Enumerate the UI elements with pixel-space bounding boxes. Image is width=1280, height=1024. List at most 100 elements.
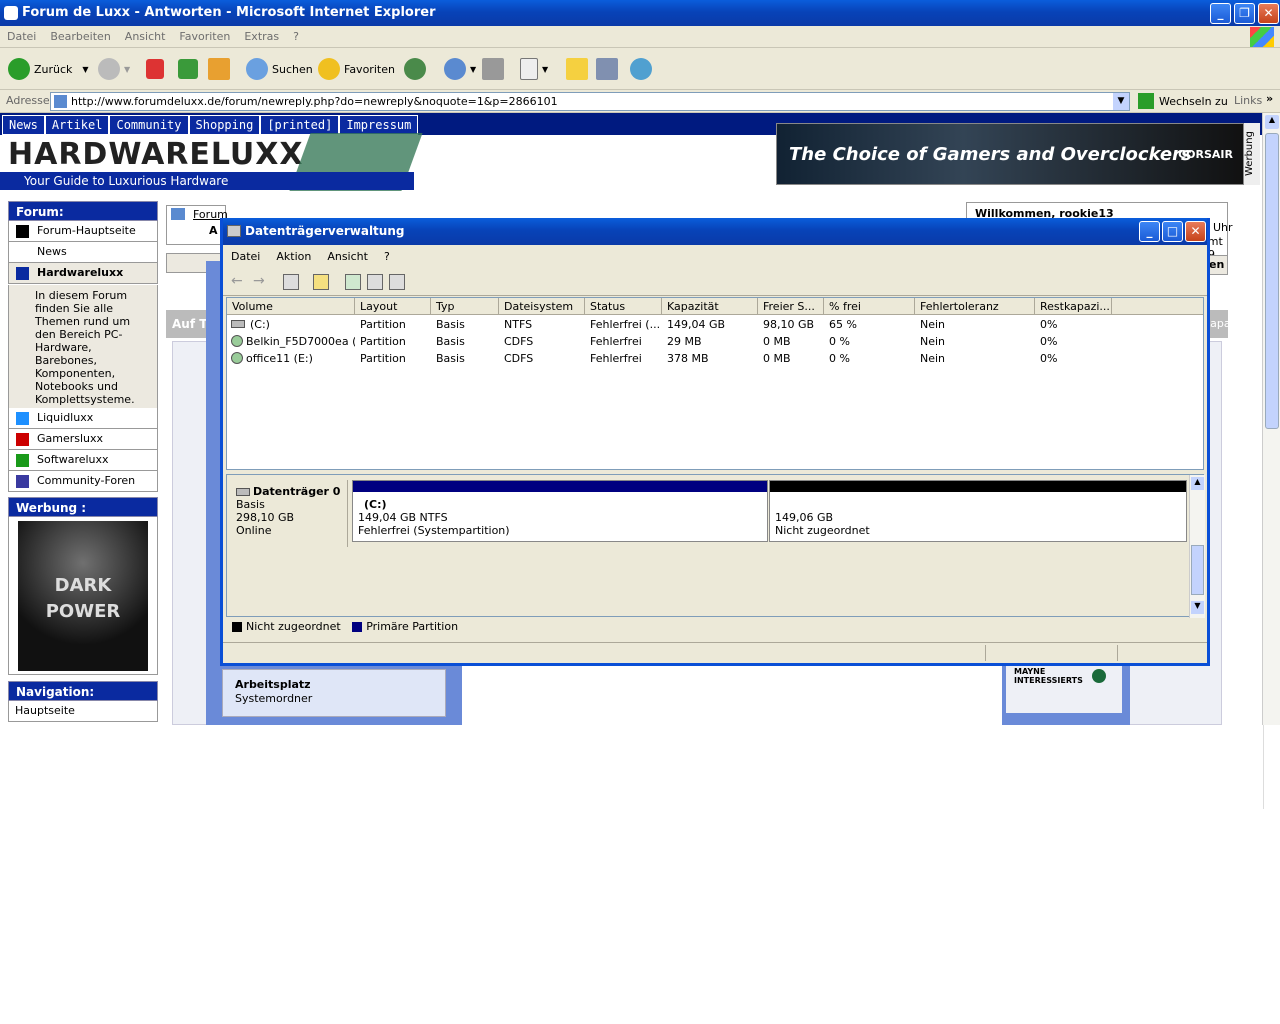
forward-button[interactable]: ▼ [98,56,130,82]
page-scrollbar[interactable]: ▲ [1262,113,1280,725]
mmc-menu-datei[interactable]: Datei [223,245,268,268]
nav-tab-impressum[interactable]: Impressum [339,115,419,135]
unallocated-bar [770,481,1186,492]
help-icon[interactable] [389,274,405,290]
sidebar-item-softwareluxx[interactable]: Softwareluxx [8,450,158,471]
sidebar-item-community-foren[interactable]: Community-Foren [8,471,158,492]
forward-arrow-icon[interactable]: → [253,274,269,290]
mmc-menu-aktion[interactable]: Aktion [268,245,319,268]
cell-typ: Basis [436,335,465,348]
home-button[interactable] [208,56,234,82]
col-restkapazitaet[interactable]: Restkapazi... [1035,298,1112,315]
mmc-minimize-button[interactable]: _ [1139,221,1160,242]
back-arrow-icon[interactable]: ← [231,274,247,290]
go-arrow-icon [1138,93,1154,109]
stop-button[interactable] [146,56,168,82]
ie-menu-bar: Datei Bearbeiten Ansicht Favoriten Extras? [0,26,1280,48]
show-hide-tree-icon[interactable] [283,274,299,290]
windows-logo-icon [1250,27,1274,47]
menu-bearbeiten[interactable]: Bearbeiten [43,26,117,47]
links-label[interactable]: Links [1234,94,1262,107]
nav-tab-printed[interactable]: [printed] [260,115,340,135]
nav-tab-shopping[interactable]: Shopping [188,115,261,135]
partition-c[interactable]: (C:) 149,04 GB NTFS Fehlerfrei (Systempa… [352,480,768,542]
col-fehlertoleranz[interactable]: Fehlertoleranz [915,298,1035,315]
scroll-thumb[interactable] [1191,545,1204,595]
history-button[interactable] [404,56,430,82]
disk-view-scrollbar[interactable]: ▲ ▼ [1189,475,1205,618]
printer-icon [482,58,504,80]
nav-tab-community[interactable]: Community [109,115,189,135]
cell-fehlertoleranz: Nein [920,352,946,365]
scroll-down-icon[interactable]: ▼ [1191,601,1204,614]
partition-c-name: (C:) [364,498,387,511]
research-button[interactable] [596,56,622,82]
cell-layout: Partition [360,318,406,331]
favorites-button[interactable]: Favoriten [318,56,395,82]
dark-power-ad[interactable]: DARK POWER [18,521,148,671]
sidebar-item-forum-hauptseite[interactable]: Forum-Hauptseite [8,221,158,242]
sidebar-item-gamersluxx[interactable]: Gamersluxx [8,429,158,450]
sidebar-item-hardwareluxx[interactable]: Hardwareluxx [8,263,158,284]
sidebar-item-liquidluxx[interactable]: Liquidluxx [8,408,158,429]
col-status[interactable]: Status [585,298,662,315]
messenger-button[interactable] [630,56,656,82]
mail-button[interactable]: ▼ [444,56,476,82]
scroll-up-icon[interactable]: ▲ [1191,477,1204,490]
menu-extras[interactable]: Extras [237,26,286,47]
unallocated-space[interactable]: 149,06 GB Nicht zugeordnet [769,480,1187,542]
refresh-icon[interactable] [345,274,361,290]
address-dropdown-icon[interactable]: ▼ [1113,93,1129,110]
blank-area [0,725,1264,809]
export-icon[interactable] [367,274,383,290]
print-button[interactable] [482,56,508,82]
mmc-status-bar [223,642,1207,662]
search-icon [246,58,268,80]
sidebar-item-hauptseite[interactable]: Hauptseite [8,701,158,722]
mmc-maximize-button[interactable]: □ [1162,221,1183,242]
back-button[interactable]: Zurück ▼ [8,56,89,82]
menu-help[interactable]: ? [286,26,306,47]
nav-tab-artikel[interactable]: Artikel [44,115,110,135]
mmc-menu-help[interactable]: ? [376,245,398,268]
chevron-right-icon[interactable]: » [1266,92,1273,105]
col-dateisystem[interactable]: Dateisystem [499,298,585,315]
menu-datei[interactable]: Datei [0,26,43,47]
minimize-button[interactable]: _ [1210,3,1231,24]
disk-0-label[interactable]: Datenträger 0 Basis 298,10 GB Online [230,480,348,547]
edit-button[interactable]: ▼ [520,56,548,82]
nav-tab-news[interactable]: News [2,115,45,135]
col-volume[interactable]: Volume [227,298,355,315]
site-logo[interactable]: HARDWARELUXX [8,137,304,172]
restore-button[interactable]: ❐ [1234,3,1255,24]
col-kapazitaet[interactable]: Kapazität [662,298,758,315]
menu-favoriten[interactable]: Favoriten [172,26,237,47]
address-input[interactable]: http://www.forumdeluxx.de/forum/newreply… [50,92,1130,111]
go-button[interactable]: Wechseln zu [1138,93,1228,109]
close-button[interactable]: ✕ [1258,3,1279,24]
mmc-menu-ansicht[interactable]: Ansicht [319,245,376,268]
legend: Nicht zugeordnet Primäre Partition [226,618,1204,638]
stop-icon [146,59,164,79]
refresh-button[interactable] [178,56,202,82]
col-layout[interactable]: Layout [355,298,431,315]
scroll-thumb[interactable] [1265,133,1279,429]
menu-ansicht[interactable]: Ansicht [118,26,173,47]
arbeitsplatz-item[interactable]: Arbeitsplatz Systemordner [222,669,446,717]
mmc-close-button[interactable]: ✕ [1185,221,1206,242]
col-prozent-frei[interactable]: % frei [824,298,915,315]
scroll-up-icon[interactable]: ▲ [1265,115,1279,129]
col-typ[interactable]: Typ [431,298,499,315]
disk-type: Basis [236,498,265,511]
properties-icon[interactable] [313,274,329,290]
col-freier-speicher[interactable]: Freier S... [758,298,824,315]
sidebar-item-news[interactable]: News [8,242,158,263]
notes-button[interactable] [566,56,592,82]
welcome-link[interactable]: en [1208,255,1228,275]
page-icon [54,95,67,108]
corsair-banner[interactable]: The Choice of Gamers and Overclockers CO… [776,123,1244,185]
hard-disk-icon [231,320,245,328]
square-icon [16,412,29,425]
volume-list: Volume Layout Typ Dateisystem Status Kap… [226,297,1204,470]
search-button[interactable]: Suchen [246,56,313,82]
